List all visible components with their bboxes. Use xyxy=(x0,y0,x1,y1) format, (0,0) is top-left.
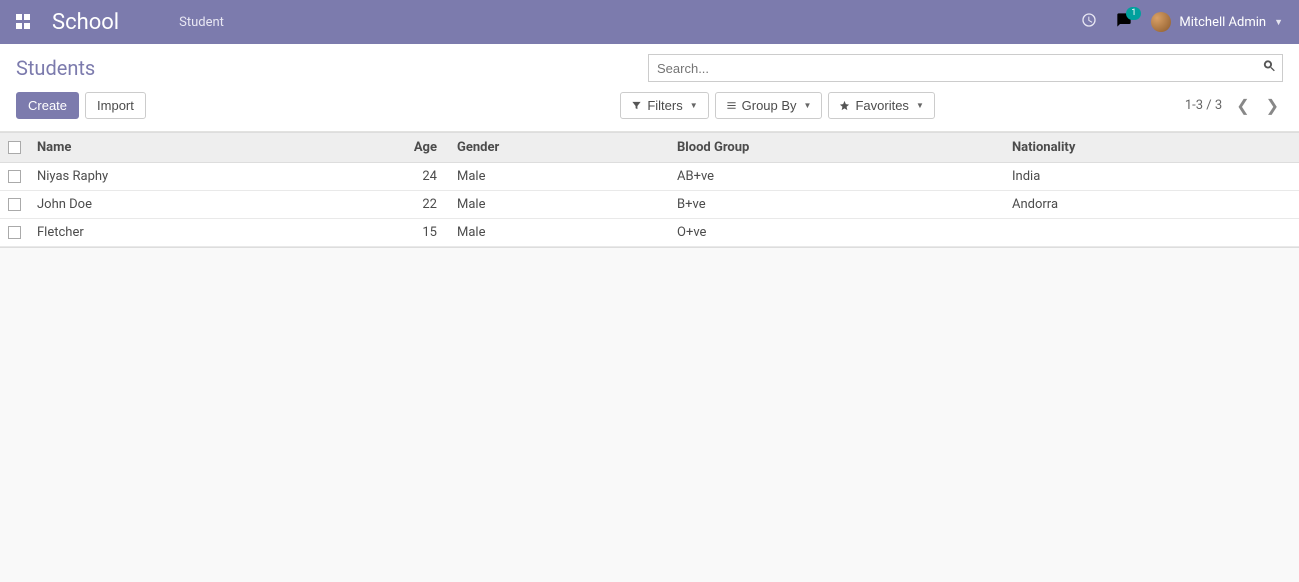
cell-blood: B+ve xyxy=(669,191,1004,219)
cell-blood: O+ve xyxy=(669,219,1004,247)
top-navbar: School Student 1 Mitchell Admin ▼ xyxy=(0,0,1299,44)
table-header-row: Name Age Gender Blood Group Nationality xyxy=(0,133,1299,163)
row-checkbox[interactable] xyxy=(8,226,21,239)
pager: 1-3 / 3 ❮ ❯ xyxy=(1185,94,1283,117)
search-icon[interactable] xyxy=(1262,59,1277,78)
funnel-icon xyxy=(631,100,642,111)
pager-prev[interactable]: ❮ xyxy=(1232,94,1253,117)
cell-gender: Male xyxy=(449,219,669,247)
cell-name: Niyas Raphy xyxy=(29,163,299,191)
cell-age: 22 xyxy=(299,191,449,219)
cell-nationality: India xyxy=(1004,163,1299,191)
action-buttons: Create Import xyxy=(16,92,146,119)
cell-gender: Male xyxy=(449,163,669,191)
right-controls: Filters ▼ Group By ▼ Favorites ▼ 1-3 / 3… xyxy=(620,92,1283,119)
table-row[interactable]: Fletcher15MaleO+ve xyxy=(0,219,1299,247)
cp-row-bottom: Create Import Filters ▼ Group By ▼ Favor… xyxy=(16,92,1283,119)
favorites-button[interactable]: Favorites ▼ xyxy=(828,92,934,119)
cell-nationality xyxy=(1004,219,1299,247)
row-checkbox[interactable] xyxy=(8,198,21,211)
table-row[interactable]: Niyas Raphy24MaleAB+veIndia xyxy=(0,163,1299,191)
import-button[interactable]: Import xyxy=(85,92,146,119)
messaging-icon[interactable]: 1 xyxy=(1115,12,1133,32)
clock-icon[interactable] xyxy=(1081,12,1097,32)
menu-student[interactable]: Student xyxy=(179,15,224,30)
cell-age: 15 xyxy=(299,219,449,247)
filters-button[interactable]: Filters ▼ xyxy=(620,92,708,119)
row-checkbox-cell xyxy=(0,219,29,247)
user-menu[interactable]: Mitchell Admin ▼ xyxy=(1151,12,1283,32)
header-name[interactable]: Name xyxy=(29,133,299,163)
cell-name: John Doe xyxy=(29,191,299,219)
brand[interactable]: School xyxy=(52,10,119,35)
caret-down-icon: ▼ xyxy=(804,101,812,110)
groupby-button[interactable]: Group By ▼ xyxy=(715,92,823,119)
filters-label: Filters xyxy=(647,98,682,113)
user-name: Mitchell Admin xyxy=(1179,15,1266,30)
header-gender[interactable]: Gender xyxy=(449,133,669,163)
pager-next[interactable]: ❯ xyxy=(1262,94,1283,117)
navbar-left: School Student xyxy=(16,10,224,35)
students-table: Name Age Gender Blood Group Nationality … xyxy=(0,132,1299,247)
caret-down-icon: ▼ xyxy=(916,101,924,110)
search-wrap xyxy=(648,54,1283,82)
favorites-label: Favorites xyxy=(855,98,908,113)
search-input[interactable] xyxy=(648,54,1283,82)
filter-buttons: Filters ▼ Group By ▼ Favorites ▼ xyxy=(620,92,935,119)
cp-row-top: Students xyxy=(16,54,1283,82)
cell-nationality: Andorra xyxy=(1004,191,1299,219)
row-checkbox-cell xyxy=(0,191,29,219)
header-nationality[interactable]: Nationality xyxy=(1004,133,1299,163)
header-checkbox-cell xyxy=(0,133,29,163)
table-wrap: Name Age Gender Blood Group Nationality … xyxy=(0,132,1299,248)
header-blood[interactable]: Blood Group xyxy=(669,133,1004,163)
pager-text: 1-3 / 3 xyxy=(1185,98,1222,113)
cell-age: 24 xyxy=(299,163,449,191)
select-all-checkbox[interactable] xyxy=(8,141,21,154)
apps-icon[interactable] xyxy=(16,14,32,30)
page-title: Students xyxy=(16,56,95,80)
cell-name: Fletcher xyxy=(29,219,299,247)
table-row[interactable]: John Doe22MaleB+veAndorra xyxy=(0,191,1299,219)
pager-arrows: ❮ ❯ xyxy=(1232,94,1283,117)
header-age[interactable]: Age xyxy=(299,133,449,163)
list-icon xyxy=(726,100,737,111)
avatar xyxy=(1151,12,1171,32)
row-checkbox-cell xyxy=(0,163,29,191)
caret-down-icon: ▼ xyxy=(690,101,698,110)
notification-badge: 1 xyxy=(1126,7,1141,20)
groupby-label: Group By xyxy=(742,98,797,113)
caret-down-icon: ▼ xyxy=(1274,17,1283,28)
create-button[interactable]: Create xyxy=(16,92,79,119)
control-panel: Students Create Import Filters ▼ Group B… xyxy=(0,44,1299,132)
cell-blood: AB+ve xyxy=(669,163,1004,191)
navbar-right: 1 Mitchell Admin ▼ xyxy=(1081,12,1283,32)
row-checkbox[interactable] xyxy=(8,170,21,183)
star-icon xyxy=(839,100,850,111)
cell-gender: Male xyxy=(449,191,669,219)
